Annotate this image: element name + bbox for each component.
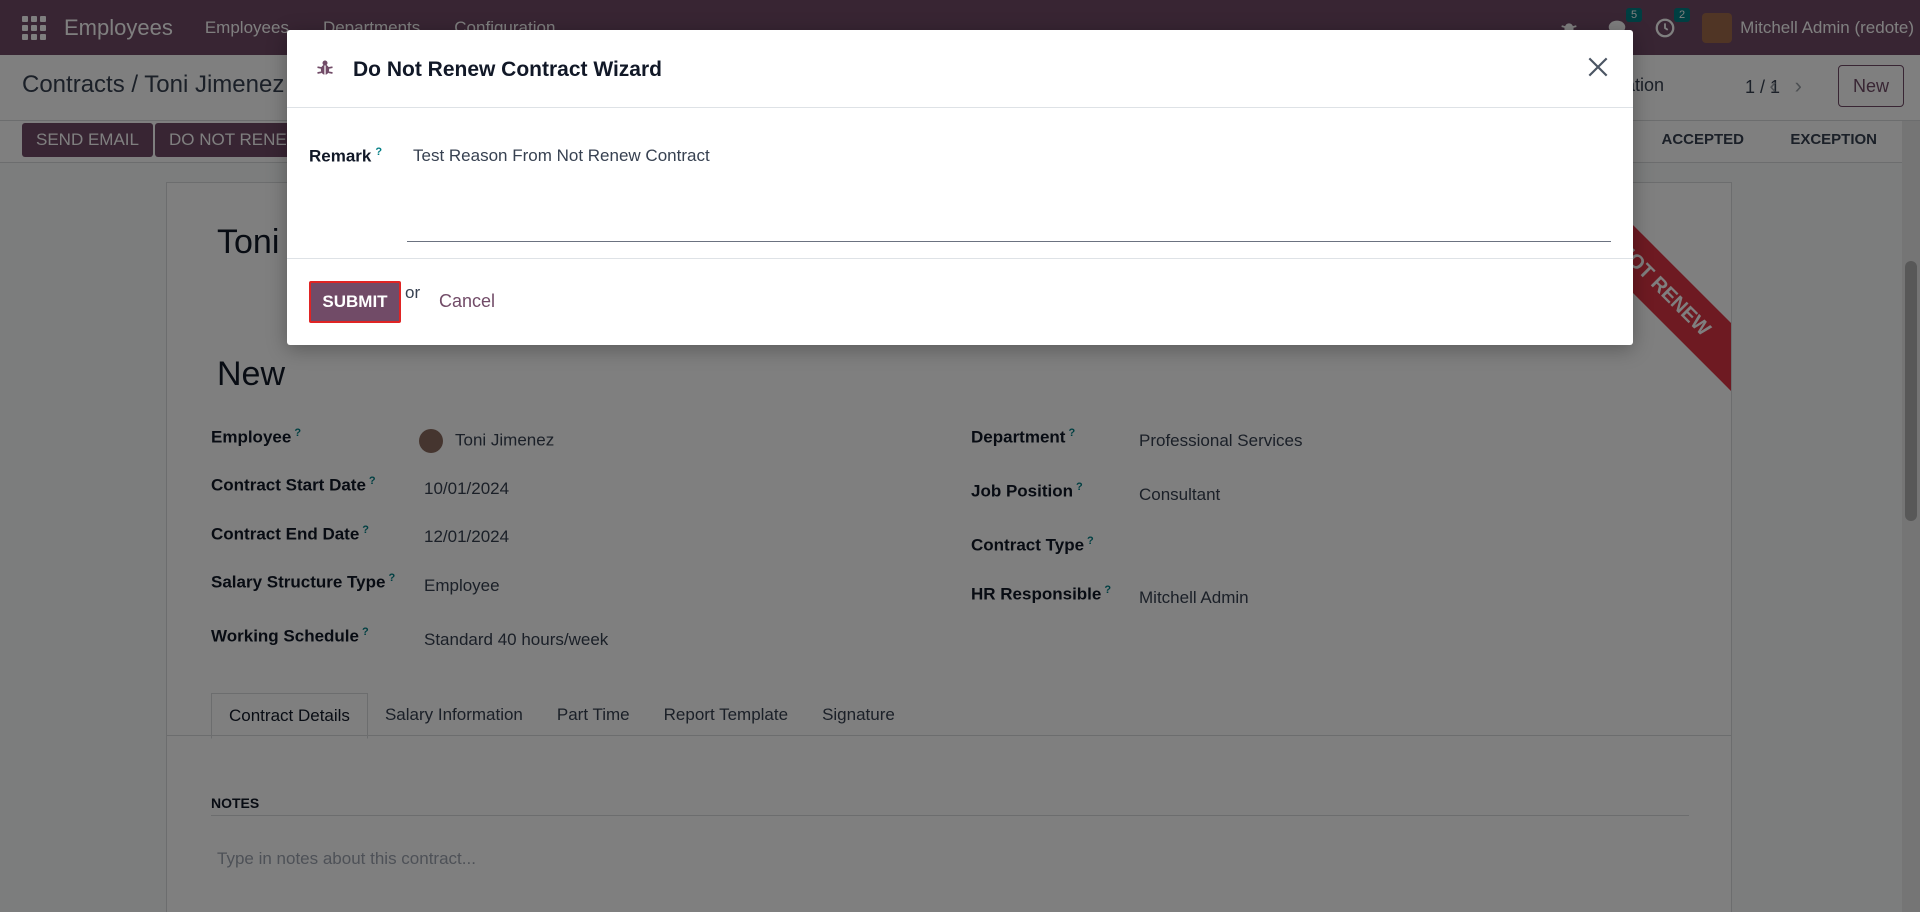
or-text: or <box>405 283 421 302</box>
submit-button[interactable]: SUBMIT <box>309 281 401 323</box>
modal-header: Do Not Renew Contract Wizard <box>287 30 1633 108</box>
bug-icon <box>317 60 333 75</box>
close-icon[interactable] <box>1585 54 1611 80</box>
cancel-button[interactable]: Cancel <box>439 291 495 312</box>
remark-label: Remark? <box>309 146 383 166</box>
remark-field[interactable]: Test Reason From Not Renew Contract <box>407 138 1611 242</box>
modal-footer: SUBMIT or Cancel <box>287 258 1633 345</box>
modal-title: Do Not Renew Contract Wizard <box>353 58 662 81</box>
do-not-renew-dialog: Do Not Renew Contract Wizard Remark? Tes… <box>287 30 1633 345</box>
